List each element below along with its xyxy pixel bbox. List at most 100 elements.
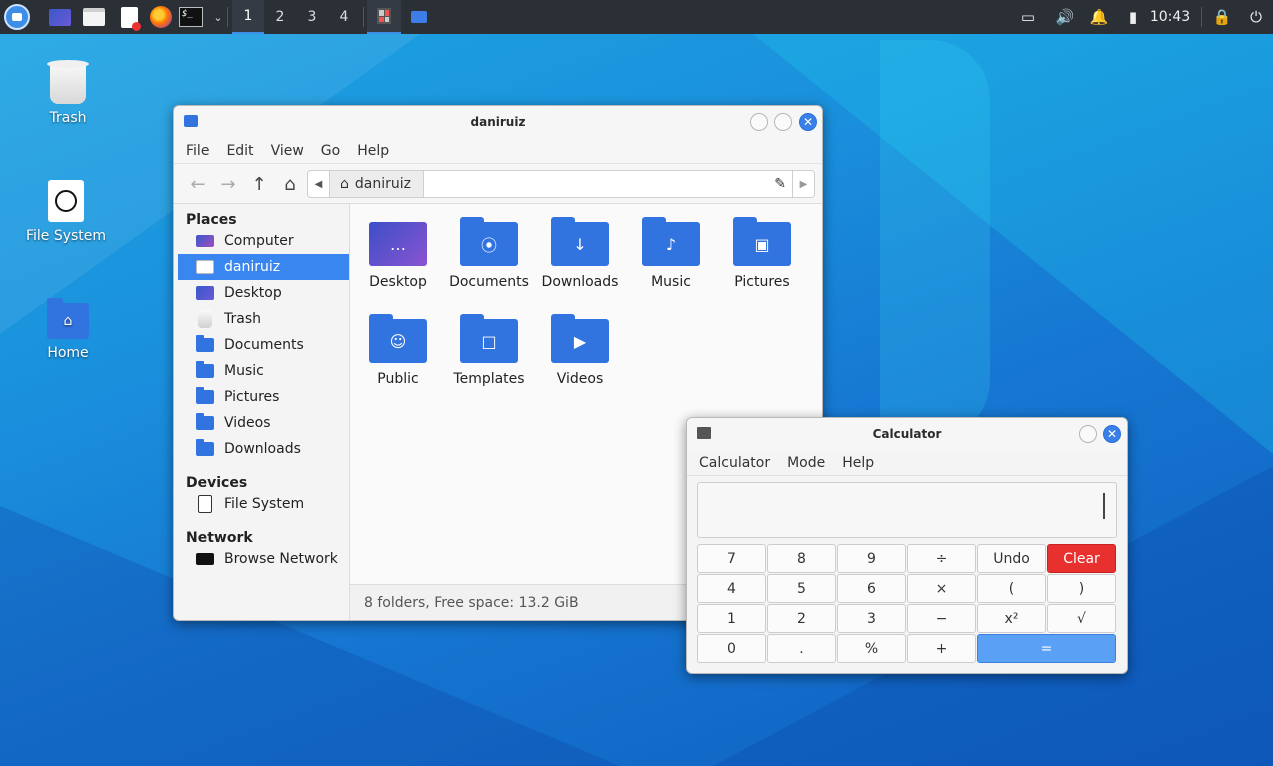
key-1[interactable]: 1 xyxy=(697,604,766,633)
sidebar-item-videos[interactable]: Videos xyxy=(174,410,349,436)
menu-edit[interactable]: Edit xyxy=(226,143,253,159)
home-icon: ⌂ xyxy=(340,176,349,192)
desktop-folder-icon: … xyxy=(369,222,427,266)
sidebar-item-desktop[interactable]: Desktop xyxy=(174,280,349,306)
key-6[interactable]: 6 xyxy=(837,574,906,603)
volume-icon[interactable]: 🔊 xyxy=(1053,0,1077,34)
terminal-launcher-icon[interactable]: $_ xyxy=(178,4,204,30)
file-item-desktop[interactable]: … Desktop xyxy=(353,222,443,290)
trash-icon xyxy=(198,310,212,328)
key-add[interactable]: + xyxy=(907,634,976,663)
text-editor-launcher-icon[interactable] xyxy=(116,4,142,31)
close-button[interactable]: ✕ xyxy=(799,113,817,131)
sidebar-item-home[interactable]: daniruiz xyxy=(178,254,349,280)
key-8[interactable]: 8 xyxy=(767,544,836,573)
folder-public-icon: ☺ xyxy=(369,314,427,363)
chevron-left-icon[interactable]: ◀ xyxy=(308,171,330,197)
firefox-launcher-icon[interactable] xyxy=(148,4,174,30)
menu-help[interactable]: Help xyxy=(842,455,874,471)
clock[interactable]: 10:43 xyxy=(1147,0,1193,34)
pencil-icon[interactable]: ✎ xyxy=(774,176,786,192)
home-icon[interactable]: ⌂ xyxy=(278,172,302,196)
sidebar-item-documents[interactable]: Documents xyxy=(174,332,349,358)
key-decimal[interactable]: . xyxy=(767,634,836,663)
folder-home-icon xyxy=(411,11,427,23)
back-arrow-icon[interactable]: ← xyxy=(186,172,210,196)
sidebar-item-downloads[interactable]: Downloads xyxy=(174,436,349,462)
menu-bar: File Edit View Go Help xyxy=(174,138,822,164)
key-undo[interactable]: Undo xyxy=(977,544,1046,573)
chevron-right-icon[interactable]: ▶ xyxy=(792,171,814,197)
breadcrumb[interactable]: ⌂ daniruiz xyxy=(330,171,424,197)
taskbar-calculator[interactable] xyxy=(367,0,401,34)
key-subtract[interactable]: − xyxy=(907,604,976,633)
battery-icon[interactable]: ▮ xyxy=(1121,0,1145,34)
key-4[interactable]: 4 xyxy=(697,574,766,603)
key-9[interactable]: 9 xyxy=(837,544,906,573)
sidebar-item-browse-network[interactable]: Browse Network xyxy=(174,546,349,572)
maximize-button[interactable] xyxy=(1079,425,1097,443)
menu-calculator[interactable]: Calculator xyxy=(699,455,770,471)
key-3[interactable]: 3 xyxy=(837,604,906,633)
computer-icon xyxy=(196,235,214,247)
workspace-3[interactable]: 3 xyxy=(296,0,328,34)
file-item-documents[interactable]: ⦿ Documents xyxy=(444,217,534,290)
calculator-display[interactable] xyxy=(697,482,1117,538)
file-manager-titlebar[interactable]: daniruiz ✕ xyxy=(174,106,822,138)
key-close-paren[interactable]: ) xyxy=(1047,574,1116,603)
maximize-button[interactable] xyxy=(774,113,792,131)
key-multiply[interactable]: × xyxy=(907,574,976,603)
lock-icon[interactable]: 🔒 xyxy=(1210,0,1234,34)
workspace-4[interactable]: 4 xyxy=(328,0,360,34)
key-clear[interactable]: Clear xyxy=(1047,544,1116,573)
key-0[interactable]: 0 xyxy=(697,634,766,663)
sidebar-item-trash[interactable]: Trash xyxy=(174,306,349,332)
file-item-public[interactable]: ☺ Public xyxy=(353,314,443,387)
workspace-2[interactable]: 2 xyxy=(264,0,296,34)
menu-file[interactable]: File xyxy=(186,143,209,159)
key-divide[interactable]: ÷ xyxy=(907,544,976,573)
sidebar-item-computer[interactable]: Computer xyxy=(174,228,349,254)
menu-go[interactable]: Go xyxy=(321,143,340,159)
key-equals[interactable]: = xyxy=(977,634,1116,663)
calculator-titlebar[interactable]: Calculator ✕ xyxy=(687,418,1127,450)
show-desktop-icon[interactable] xyxy=(47,4,73,30)
menu-help[interactable]: Help xyxy=(357,143,389,159)
file-item-videos[interactable]: ▶ Videos xyxy=(535,314,625,387)
key-sqrt[interactable]: √ xyxy=(1047,604,1116,633)
key-7[interactable]: 7 xyxy=(697,544,766,573)
trash-icon xyxy=(47,60,89,104)
file-item-templates[interactable]: □ Templates xyxy=(444,314,534,387)
desktop-icon-file-system[interactable]: File System xyxy=(16,180,116,244)
key-square[interactable]: x² xyxy=(977,604,1046,633)
app-menu-icon[interactable] xyxy=(4,4,30,30)
close-button[interactable]: ✕ xyxy=(1103,425,1121,443)
menu-bar: Calculator Mode Help xyxy=(687,450,1127,476)
folder-home-icon xyxy=(184,115,198,127)
taskbar-file-manager[interactable] xyxy=(402,0,436,34)
sidebar-item-music[interactable]: Music xyxy=(174,358,349,384)
key-open-paren[interactable]: ( xyxy=(977,574,1046,603)
logout-icon[interactable]: ⏻ xyxy=(1244,0,1268,34)
key-5[interactable]: 5 xyxy=(767,574,836,603)
file-item-music[interactable]: ♪ Music xyxy=(626,217,716,290)
notifications-bell-icon[interactable]: 🔔 xyxy=(1087,0,1111,34)
up-arrow-icon[interactable]: ↑ xyxy=(247,172,271,196)
file-item-pictures[interactable]: ▣ Pictures xyxy=(717,217,807,290)
toolbar: ← → ↑ ⌂ ◀ ⌂ daniruiz ✎ ▶ xyxy=(174,164,822,204)
menu-mode[interactable]: Mode xyxy=(787,455,825,471)
file-item-downloads[interactable]: ↓ Downloads xyxy=(535,217,625,290)
key-percent[interactable]: % xyxy=(837,634,906,663)
sidebar-item-pictures[interactable]: Pictures xyxy=(174,384,349,410)
desktop-icon-trash[interactable]: Trash xyxy=(18,60,118,126)
forward-arrow-icon[interactable]: → xyxy=(216,172,240,196)
screen-icon[interactable]: ▭ xyxy=(1016,0,1040,34)
menu-view[interactable]: View xyxy=(271,143,304,159)
sidebar-item-file-system[interactable]: File System xyxy=(174,491,349,517)
desktop-icon-home[interactable]: ⌂ Home xyxy=(18,298,118,361)
network-icon xyxy=(196,553,214,565)
workspace-1[interactable]: 1 xyxy=(232,0,264,34)
minimize-button[interactable] xyxy=(750,113,768,131)
file-manager-launcher-icon[interactable] xyxy=(81,4,107,30)
key-2[interactable]: 2 xyxy=(767,604,836,633)
